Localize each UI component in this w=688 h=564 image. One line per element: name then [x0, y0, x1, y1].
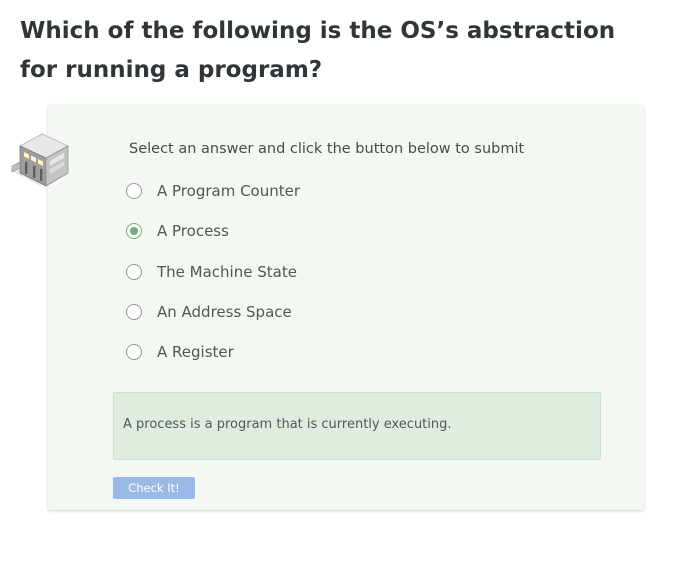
radio-button[interactable] [126, 344, 142, 361]
answer-option-label: A Process [157, 222, 229, 241]
radio-button[interactable] [126, 303, 142, 320]
answer-option[interactable]: A Register [126, 340, 300, 380]
answer-option-label: An Address Space [157, 302, 292, 321]
quiz-page: Which of the following is the OS’s abstr… [0, 0, 688, 564]
answer-option[interactable]: A Program Counter [126, 179, 300, 219]
radio-button[interactable] [126, 183, 142, 199]
question-title: Which of the following is the OS’s abstr… [20, 18, 616, 83]
answer-option-label: A Program Counter [157, 182, 301, 200]
instruction-text: Select an answer and click the button be… [129, 141, 525, 157]
radio-button-selected[interactable] [126, 223, 142, 240]
feedback-box: A process is a program that is currently… [113, 392, 601, 460]
answer-option[interactable]: A Process [126, 219, 300, 259]
answer-options: A Program Counter A Process The Machine … [126, 179, 300, 380]
answer-option[interactable]: The Machine State [126, 260, 300, 300]
isometric-building-icon [10, 133, 69, 187]
radio-button[interactable] [126, 263, 142, 280]
answer-option-label: The Machine State [157, 262, 297, 281]
answer-option[interactable]: An Address Space [126, 300, 300, 340]
check-it-button[interactable]: Check It! [113, 477, 195, 499]
feedback-text: A process is a program that is currently… [123, 417, 452, 432]
answer-option-label: A Register [157, 343, 234, 362]
